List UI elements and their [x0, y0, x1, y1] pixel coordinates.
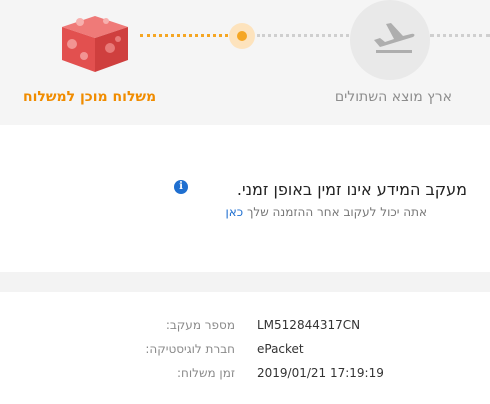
origin-country-step [350, 0, 430, 80]
current-step-dot [237, 31, 247, 41]
tracking-info-notice: מעקב המידע אינו זמין באופן זמני. i אתה י… [0, 125, 490, 272]
current-step-marker [229, 23, 255, 49]
section-divider [0, 272, 490, 292]
shipping-progress-tracker: ארץ מוצא השתולים משלוח מוכן למשלוח [0, 0, 490, 125]
track-order-hint-text: אתה יכול לעקוב אחר ההזמנה שלך [246, 205, 427, 219]
step-label-ready-to-ship: משלוח מוכן למשלוח [23, 89, 157, 105]
info-icon: i [174, 180, 188, 194]
track-order-hint: אתה יכול לעקוב אחר ההזמנה שלך כאן [226, 205, 428, 219]
ship-time-label: זמן משלוח: [176, 366, 235, 380]
progress-line-pending [430, 34, 490, 37]
shipment-details: מספר מעקב: LM512844317CN חברת לוגיסטיקה:… [0, 292, 490, 404]
tracking-number-value: LM512844317CN [257, 318, 361, 332]
tracking-number-label: מספר מעקב: [165, 318, 235, 332]
track-order-link[interactable]: כאן [226, 205, 244, 219]
package-icon [62, 16, 128, 72]
progress-line-pending [257, 34, 349, 37]
tracking-unavailable-message: מעקב המידע אינו זמין באופן זמני. [236, 180, 467, 199]
ship-time-value: 2019/01/21 17:19:19 [257, 366, 384, 380]
airplane-icon [374, 23, 415, 53]
step-label-origin-country: ארץ מוצא השתולים [334, 89, 452, 105]
logistics-company-label: חברת לוגיסטיקה: [145, 342, 235, 356]
progress-line-complete [140, 34, 228, 37]
logistics-company-value: ePacket [257, 342, 304, 356]
